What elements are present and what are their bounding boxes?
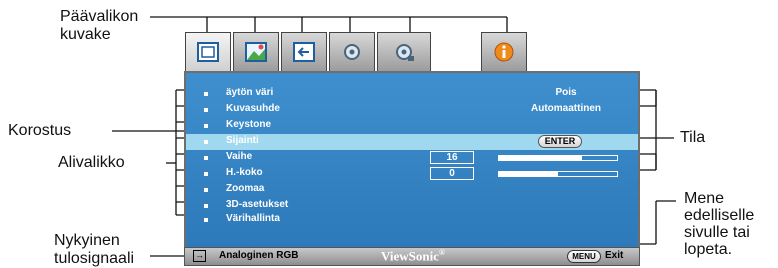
menu-item-aspect-ratio[interactable]: Kuvasuhde Automaattinen: [186, 102, 638, 118]
list-bullet: [204, 218, 208, 222]
menu-item-label: Zoomaa: [226, 183, 265, 194]
level-slider[interactable]: [498, 155, 618, 161]
source-icon: [293, 42, 315, 62]
list-bullet: [204, 140, 208, 144]
menu-item-label: Keystone: [226, 119, 272, 130]
current-signal: Analoginen RGB: [219, 250, 299, 261]
list-bullet: [204, 108, 208, 112]
menu-item-zoom[interactable]: Zoomaa: [186, 182, 638, 198]
osd-menu-panel: äytön väri Pois Kuvasuhde Automaattinen …: [184, 71, 640, 249]
picture-icon: [245, 42, 267, 62]
level-slider[interactable]: [498, 171, 618, 177]
list-bullet: [204, 188, 208, 192]
menu-item-phase[interactable]: Vaihe 16: [186, 150, 638, 166]
menu-item-label: äytön väri: [226, 87, 274, 98]
menu-item-keystone[interactable]: Keystone: [186, 118, 638, 134]
tab-advanced-setup[interactable]: [377, 32, 431, 72]
list-bullet: [204, 172, 208, 176]
tab-source[interactable]: [281, 32, 327, 72]
information-icon: [494, 42, 514, 62]
slider-fill: [499, 156, 582, 160]
list-bullet: [204, 124, 208, 128]
go-back-label: Mene edelliselle sivulle tai lopeta.: [684, 190, 755, 258]
brand-logo: ViewSonic®: [381, 248, 446, 264]
menu-item-label: 3D-asetukset: [226, 199, 289, 210]
menu-button[interactable]: MENU: [567, 250, 601, 263]
menu-item-label: Vaihe: [226, 151, 253, 162]
menu-item-label: Kuvasuhde: [226, 103, 280, 114]
menu-item-h-size[interactable]: H.-koko 0: [186, 166, 638, 182]
input-signal-icon: →: [193, 250, 206, 262]
osd-footer: → Analoginen RGB ViewSonic® MENU Exit: [184, 247, 640, 266]
status-label: Tila: [680, 129, 706, 146]
tab-picture[interactable]: [233, 32, 279, 72]
display-icon: [197, 42, 219, 62]
menu-item-color-management[interactable]: Värihallinta: [186, 212, 638, 228]
menu-item-label: Värihallinta: [226, 213, 280, 224]
menu-item-label: H.-koko: [226, 167, 263, 178]
menu-item-label: Sijainti: [226, 135, 259, 146]
exit-label[interactable]: Exit: [605, 250, 623, 261]
slider-fill: [499, 172, 558, 176]
tab-system-setup[interactable]: [329, 32, 375, 72]
tab-display[interactable]: [185, 32, 231, 72]
main-menu-icon-label: Päävalikon kuvake: [60, 8, 139, 43]
tab-information[interactable]: [481, 32, 527, 72]
list-bullet: [204, 204, 208, 208]
menu-item-position-highlighted[interactable]: Sijainti ENTER: [186, 134, 638, 150]
list-bullet: [204, 156, 208, 160]
value-box: 16: [430, 151, 474, 164]
menu-item-color-mode[interactable]: äytön väri Pois: [186, 86, 638, 102]
submenu-label: Alivalikko: [58, 154, 125, 171]
system-setup-icon: [344, 44, 360, 60]
current-input-label: Nykyinen tulosignaali: [54, 232, 135, 267]
list-bullet: [204, 92, 208, 96]
value-box: 0: [430, 167, 474, 180]
menu-item-value: Pois: [555, 87, 577, 98]
highlight-label: Korostus: [8, 122, 72, 139]
enter-button[interactable]: ENTER: [538, 135, 582, 148]
advanced-setup-icon: [396, 44, 414, 61]
menu-item-value: Automaattinen: [531, 103, 601, 114]
